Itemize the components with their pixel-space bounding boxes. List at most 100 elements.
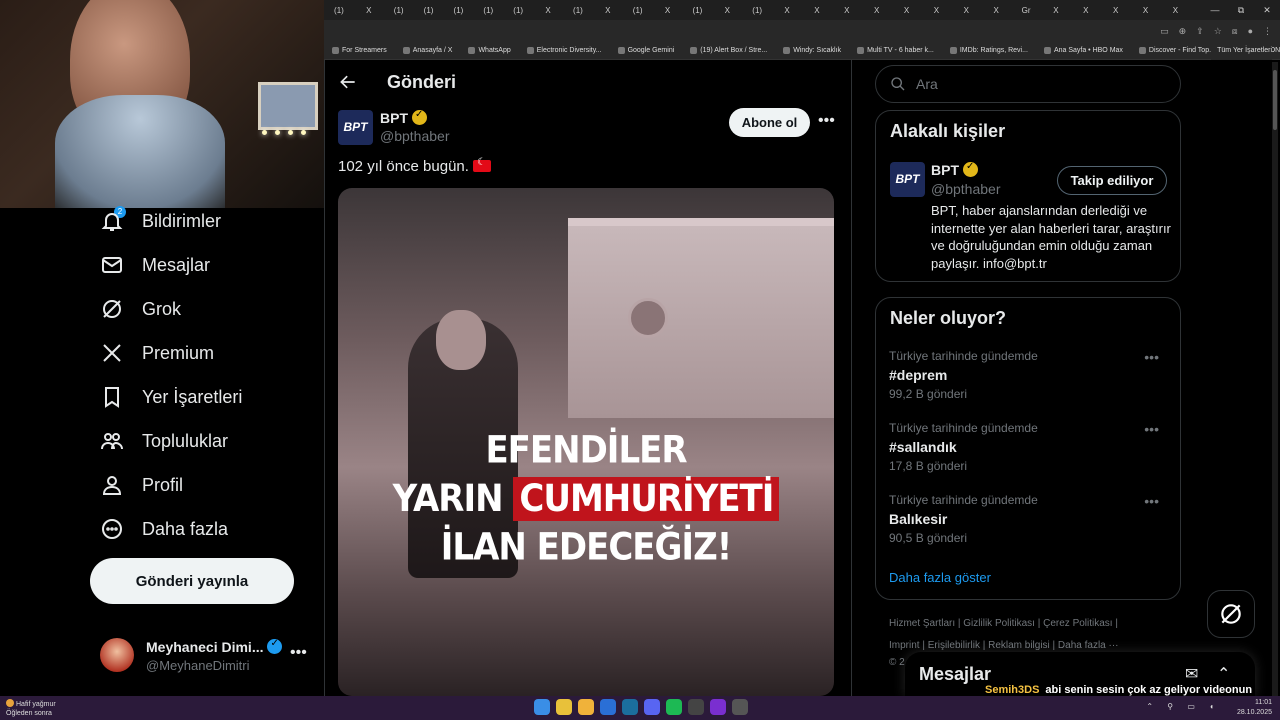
browser-tab[interactable]: X [772, 0, 802, 20]
bookmark-item[interactable]: Anasayfa / X [395, 47, 461, 54]
nav-item-profil[interactable]: Profil [100, 470, 183, 500]
bookmark-item[interactable]: (19) Alert Box / Stre... [682, 47, 775, 54]
browser-tab[interactable]: (1) [683, 0, 713, 20]
show-more-link[interactable]: Daha fazla göster [889, 570, 991, 585]
bookmark-item[interactable]: WhatsApp [460, 47, 518, 54]
nav-item-topluluklar[interactable]: Topluluklar [100, 426, 228, 456]
browser-tab[interactable]: (1) [324, 0, 354, 20]
browser-tab[interactable]: (1) [503, 0, 533, 20]
browser-tab[interactable]: (1) [563, 0, 593, 20]
back-arrow-icon[interactable] [338, 72, 358, 92]
account-switcher[interactable]: Meyhaneci Dimi... @MeyhaneDimitri ••• [100, 636, 310, 676]
maximize-button[interactable]: ⧉ [1228, 0, 1254, 20]
discord-icon[interactable] [644, 699, 660, 715]
edge-icon[interactable] [600, 699, 616, 715]
bookmark-item[interactable]: Multi TV - 6 haber k... [849, 47, 942, 54]
weather-widget[interactable]: Hafif yağmur Öğleden sonra [6, 699, 56, 718]
minimize-button[interactable]: — [1202, 0, 1228, 20]
trend-item[interactable]: Türkiye tarihinde gündemde Balıkesir 90,5 … [889, 493, 1169, 545]
browser-tab[interactable]: X [1101, 0, 1131, 20]
post-media[interactable]: EFENDİLER YARIN CUMHURİYETİ İLAN EDECEĞİ… [338, 188, 834, 696]
subscribe-button[interactable]: Abone ol [729, 108, 810, 137]
author-avatar[interactable]: BPT [338, 110, 373, 145]
browser-tab[interactable]: X [1161, 0, 1191, 20]
bookmark-item[interactable]: Discover - Find Top... [1131, 47, 1223, 54]
bookmark-item[interactable]: IMDb: Ratings, Revi... [942, 47, 1036, 54]
nav-item-premium[interactable]: Premium [100, 338, 214, 368]
browser-tab[interactable]: X [832, 0, 862, 20]
author-name[interactable]: BPT [380, 110, 408, 126]
following-button[interactable]: Takip ediliyor [1057, 166, 1167, 195]
footer-links-2[interactable]: Imprint | Erişilebilirlik | Reklam bilgi… [889, 640, 1119, 651]
browser-tab[interactable]: (1) [742, 0, 772, 20]
expand-icon[interactable]: ⌃ [1217, 664, 1230, 684]
browser-tab[interactable]: X [892, 0, 922, 20]
browser-tab[interactable]: X [354, 0, 384, 20]
trend-more-icon[interactable]: ••• [1144, 421, 1159, 437]
profile-icon[interactable]: ● [1248, 26, 1253, 36]
bookmark-item[interactable]: Electronic Diversity... [519, 47, 610, 54]
search-input[interactable]: Ara [875, 65, 1181, 103]
browser-tab[interactable]: X [533, 0, 563, 20]
post-button[interactable]: Gönderi yayınla [90, 558, 294, 604]
bookmark-item[interactable]: Windy: Sıcaklık [775, 47, 849, 54]
browser-tab[interactable]: (1) [473, 0, 503, 20]
bookmark-item[interactable]: For Streamers [324, 47, 395, 54]
cast-icon[interactable]: ▭ [1160, 26, 1169, 37]
related-name[interactable]: BPT [931, 162, 959, 178]
chrome-icon[interactable] [556, 699, 572, 715]
nav-item-bildirimler[interactable]: Bildirimler [100, 206, 221, 236]
trend-more-icon[interactable]: ••• [1144, 349, 1159, 365]
start-icon[interactable] [534, 699, 550, 715]
nav-item-daha-fazla[interactable]: Daha fazla [100, 514, 228, 544]
browser-tab[interactable]: (1) [444, 0, 474, 20]
browser-tab[interactable]: X [951, 0, 981, 20]
browser-tab[interactable]: X [593, 0, 623, 20]
trend-item[interactable]: Türkiye tarihinde gündemde #deprem 99,2 B … [889, 349, 1169, 401]
trend-item[interactable]: Türkiye tarihinde gündemde #sallandık 17,8… [889, 421, 1169, 473]
nav-item-yer-i̇şaretleri[interactable]: Yer İşaretleri [100, 382, 242, 412]
extensions-icon[interactable]: ⧈ [1232, 26, 1238, 37]
post-more-icon[interactable]: ••• [818, 112, 835, 130]
new-message-icon[interactable]: ✉ [1185, 664, 1198, 684]
author-handle[interactable]: @bpthaber [380, 128, 449, 144]
browser-tab[interactable]: (1) [384, 0, 414, 20]
browser-tab[interactable]: X [1041, 0, 1071, 20]
nav-item-grok[interactable]: Grok [100, 294, 181, 324]
browser-tab[interactable]: Gr [1011, 0, 1041, 20]
nav-item-mesajlar[interactable]: Mesajlar [100, 250, 210, 280]
close-window-button[interactable]: ✕ [1254, 0, 1280, 20]
browser-tab[interactable]: X [712, 0, 742, 20]
browser-tab[interactable]: (1) [623, 0, 653, 20]
related-handle[interactable]: @bpthaber [931, 181, 1000, 197]
browser-tab[interactable]: X [653, 0, 683, 20]
footer-links-1[interactable]: Hizmet Şartları | Gizlilik Politikası | … [889, 618, 1118, 629]
grok-floating-button[interactable] [1207, 590, 1255, 638]
browser-tab[interactable]: X [862, 0, 892, 20]
bookmark-item[interactable]: Google Gemini [610, 47, 683, 54]
bookmark-item[interactable]: Ana Sayfa • HBO Max [1036, 47, 1131, 54]
browser-tab[interactable]: (1) [414, 0, 444, 20]
zoom-icon[interactable]: ⊕ [1179, 26, 1187, 37]
browser-tab[interactable]: X [922, 0, 952, 20]
scrollbar[interactable] [1272, 62, 1278, 696]
menu-icon[interactable]: ⋮ [1263, 26, 1272, 37]
trend-more-icon[interactable]: ••• [1144, 493, 1159, 509]
share-icon[interactable]: ⇪ [1196, 26, 1204, 37]
clock[interactable]: 11:01 28.10.2025 [1237, 698, 1272, 718]
explorer-icon[interactable] [578, 699, 594, 715]
all-bookmarks-button[interactable]: Tüm Yer İşaretleri [1211, 42, 1272, 60]
obs-icon[interactable] [732, 699, 748, 715]
browser-tab[interactable]: X [802, 0, 832, 20]
browser-tab[interactable]: X [1131, 0, 1161, 20]
app-icon[interactable] [710, 699, 726, 715]
steam-icon[interactable] [622, 699, 638, 715]
browser-tab[interactable]: X [981, 0, 1011, 20]
browser-tab[interactable]: X [1071, 0, 1101, 20]
star-icon[interactable]: ☆ [1214, 26, 1222, 37]
system-tray-icons[interactable]: ⌃ ⚲ ▭ ◖ [1146, 702, 1220, 711]
related-avatar[interactable]: BPT [890, 162, 925, 197]
spotify-icon[interactable] [666, 699, 682, 715]
account-more-icon[interactable]: ••• [290, 644, 307, 662]
epic-icon[interactable] [688, 699, 704, 715]
